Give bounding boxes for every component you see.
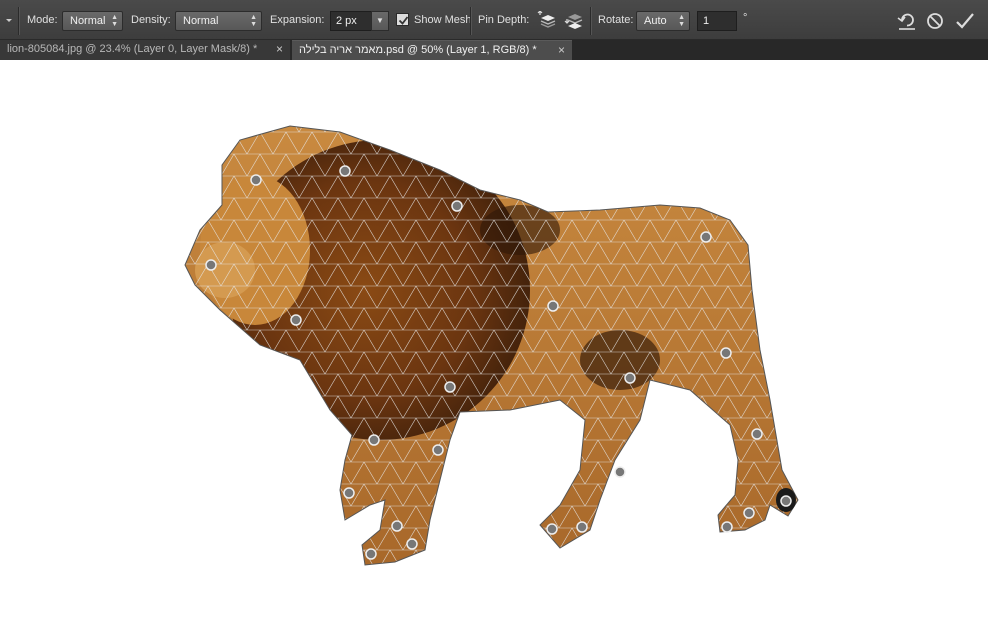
- pin[interactable]: [576, 521, 588, 533]
- expansion-dropdown-icon[interactable]: ▼: [371, 11, 389, 31]
- lion-figure: [184, 125, 799, 566]
- pin[interactable]: [406, 538, 418, 550]
- pin[interactable]: [368, 434, 380, 446]
- pin[interactable]: [624, 372, 636, 384]
- updown-arrows-icon: ▲ ▼: [678, 14, 685, 28]
- updown-arrows-icon: ▲ ▼: [111, 14, 118, 28]
- pin[interactable]: [365, 548, 377, 560]
- options-bar: Mode: Normal ▲ ▼ Density: Normal ▲ ▼ Expan…: [0, 0, 988, 40]
- pin[interactable]: [444, 381, 456, 393]
- lion-image-with-mesh: [184, 125, 799, 566]
- pin-depth-label: Pin Depth:: [478, 14, 530, 26]
- density-value: Normal: [183, 15, 219, 27]
- pin[interactable]: [391, 520, 403, 532]
- rotate-angle-input[interactable]: 1: [697, 11, 737, 31]
- pin[interactable]: [290, 314, 302, 326]
- rotate-mode-value: Auto: [644, 15, 667, 27]
- document-tabs: lion-805084.jpg @ 23.4% (Layer 0, Layer …: [0, 40, 988, 60]
- show-mesh-label: Show Mesh: [414, 14, 472, 26]
- rotate-angle-value: 1: [703, 15, 710, 27]
- mode-label: Mode:: [27, 14, 58, 26]
- pin[interactable]: [751, 428, 763, 440]
- remove-pins-icon[interactable]: [896, 10, 918, 32]
- pin-depth-front-icon[interactable]: [536, 10, 558, 31]
- close-tab-icon[interactable]: ×: [558, 41, 565, 60]
- tab-label: מאמר אריה בלילה.psd @ 50% (Layer 1, RGB/…: [299, 44, 537, 56]
- pin[interactable]: [700, 231, 712, 243]
- separator: [470, 7, 472, 35]
- rotate-label: Rotate:: [598, 14, 634, 26]
- mode-select[interactable]: Normal ▲ ▼: [62, 11, 123, 31]
- pin[interactable]: [546, 523, 558, 535]
- tab-lion-jpg[interactable]: lion-805084.jpg @ 23.4% (Layer 0, Layer …: [0, 40, 290, 60]
- show-mesh-checkbox[interactable]: [396, 13, 409, 26]
- rotate-select[interactable]: Auto ▲ ▼: [636, 11, 690, 31]
- pin[interactable]: [721, 521, 733, 533]
- separator: [18, 7, 20, 35]
- pin[interactable]: [451, 200, 463, 212]
- pin[interactable]: [250, 174, 262, 186]
- pin-depth-back-icon[interactable]: [563, 11, 585, 31]
- pin[interactable]: [205, 259, 217, 271]
- pin[interactable]: [339, 165, 351, 177]
- pin[interactable]: [343, 487, 355, 499]
- pin[interactable]: [432, 444, 444, 456]
- pin[interactable]: [720, 347, 732, 359]
- separator: [590, 7, 592, 35]
- expansion-label: Expansion:: [270, 14, 325, 26]
- document-canvas[interactable]: [0, 60, 988, 629]
- close-tab-icon[interactable]: ×: [276, 40, 283, 59]
- tab-label: lion-805084.jpg @ 23.4% (Layer 0, Layer …: [7, 43, 258, 55]
- degree-symbol: °: [743, 12, 748, 24]
- pin[interactable]: [614, 466, 626, 478]
- pin[interactable]: [547, 300, 559, 312]
- density-label: Density:: [131, 14, 171, 26]
- expansion-value: 2 px: [336, 15, 357, 27]
- pin[interactable]: [743, 507, 755, 519]
- density-select[interactable]: Normal ▲ ▼: [175, 11, 262, 31]
- commit-icon[interactable]: [954, 11, 976, 31]
- expansion-input[interactable]: 2 px: [330, 11, 372, 31]
- updown-arrows-icon: ▲ ▼: [250, 14, 257, 28]
- tool-preset-dropdown-icon[interactable]: [3, 14, 15, 26]
- mode-value: Normal: [70, 15, 106, 27]
- cancel-icon[interactable]: [925, 11, 945, 31]
- pin[interactable]: [780, 495, 792, 507]
- tab-active-psd[interactable]: מאמר אריה בלילה.psd @ 50% (Layer 1, RGB/…: [292, 40, 572, 60]
